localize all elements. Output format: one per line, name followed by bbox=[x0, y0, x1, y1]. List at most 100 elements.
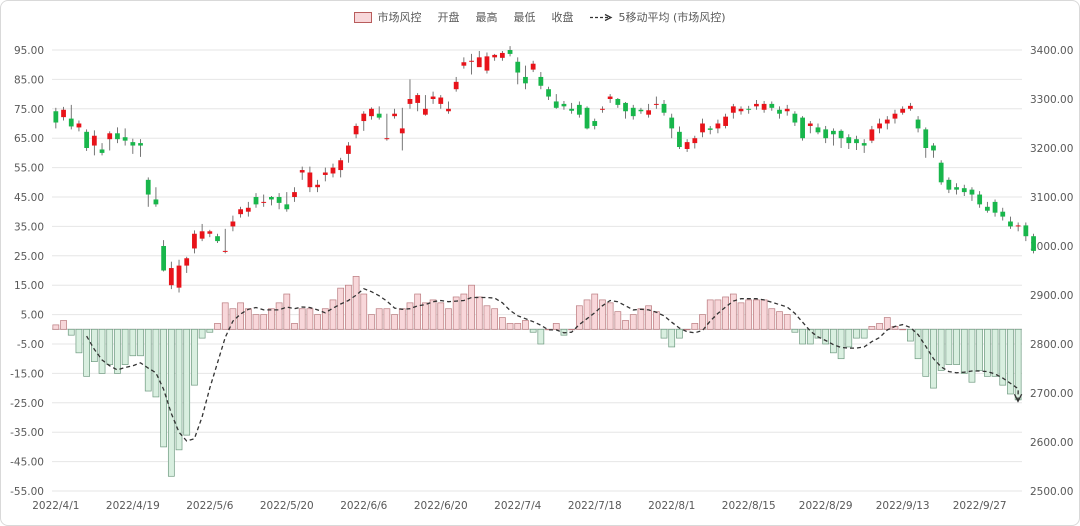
risk-bar bbox=[976, 328, 984, 371]
candle bbox=[253, 193, 259, 208]
candle bbox=[792, 111, 798, 126]
candle-body bbox=[892, 113, 898, 119]
right-tick-label: 3200.00 bbox=[1030, 143, 1073, 155]
left-tick-label: 55.00 bbox=[14, 163, 44, 175]
risk-bar bbox=[283, 293, 291, 330]
risk-bar bbox=[422, 302, 429, 330]
right-tick-label: 2700.00 bbox=[1030, 388, 1073, 400]
risk-bar bbox=[298, 308, 306, 330]
candle-body bbox=[1000, 211, 1006, 217]
candle bbox=[238, 206, 243, 218]
candle bbox=[1031, 233, 1036, 254]
risk-bar bbox=[999, 328, 1007, 386]
candle-body bbox=[384, 138, 390, 140]
left-tick-label: 65.00 bbox=[14, 133, 44, 145]
candlestick-risk-chart: 95.00 85.00 75.00 65.00 55.00 45.00 35.00 25.00… bbox=[10, 45, 1073, 512]
risk-bar bbox=[268, 308, 275, 330]
candle-body bbox=[184, 258, 190, 266]
candle-body bbox=[361, 113, 367, 122]
candle-body bbox=[638, 109, 644, 112]
candle-body bbox=[838, 130, 844, 139]
candle bbox=[746, 105, 752, 114]
risk-bar bbox=[822, 328, 830, 345]
candle bbox=[184, 256, 190, 273]
candle-body bbox=[230, 221, 236, 227]
risk-bar bbox=[391, 314, 398, 330]
candle-body bbox=[222, 250, 228, 252]
candle-body bbox=[546, 89, 551, 97]
candle-body bbox=[553, 101, 559, 108]
risk-bar bbox=[144, 328, 152, 392]
risk-bar bbox=[760, 299, 768, 330]
x-tick-label: 2022/9/27 bbox=[953, 500, 1007, 512]
candle-body bbox=[992, 201, 998, 213]
candle bbox=[961, 184, 967, 197]
candle-body bbox=[923, 129, 929, 148]
candle bbox=[99, 143, 105, 156]
right-tick-label: 3300.00 bbox=[1030, 94, 1073, 106]
risk-bar bbox=[606, 302, 614, 330]
candle bbox=[761, 100, 767, 113]
candle-body bbox=[261, 201, 267, 203]
risk-bar bbox=[468, 284, 475, 330]
candle-body bbox=[723, 116, 728, 126]
candle bbox=[438, 95, 444, 109]
candle-body bbox=[168, 268, 174, 286]
risk-bar bbox=[830, 328, 837, 354]
risk-bar bbox=[953, 328, 960, 365]
candle bbox=[330, 163, 336, 178]
candle-body bbox=[476, 57, 482, 68]
candle-body bbox=[61, 109, 66, 118]
candle-body bbox=[415, 95, 421, 103]
candle-body bbox=[907, 105, 913, 109]
risk-bar bbox=[514, 323, 522, 330]
left-tick-label: -45.00 bbox=[10, 457, 44, 469]
candle-body bbox=[499, 52, 505, 58]
candle-body bbox=[807, 123, 813, 126]
candle-body bbox=[915, 119, 921, 129]
risk-bar bbox=[737, 302, 745, 330]
x-axis: 2022/4/1 2022/4/19 2022/5/6 2022/5/20 2022/6… bbox=[32, 500, 1006, 512]
risk-bar bbox=[260, 314, 268, 330]
risk-bar bbox=[137, 328, 144, 357]
risk-bar bbox=[329, 299, 337, 330]
risk-bar bbox=[67, 328, 75, 336]
risk-bar bbox=[753, 299, 760, 330]
risk-bar bbox=[683, 328, 691, 331]
risk-bar bbox=[437, 302, 445, 330]
candle-body bbox=[292, 192, 297, 197]
risk-bar bbox=[868, 326, 876, 330]
candle bbox=[861, 139, 867, 153]
risk-bar bbox=[883, 317, 891, 330]
x-tick-label: 2022/8/1 bbox=[648, 500, 695, 512]
x-tick-label: 2022/4/19 bbox=[106, 500, 160, 512]
candle-body bbox=[954, 187, 959, 190]
risk-bar bbox=[460, 293, 468, 330]
candle bbox=[422, 95, 428, 116]
candle-body bbox=[800, 117, 805, 139]
risk-bar bbox=[706, 299, 714, 330]
candle bbox=[784, 104, 790, 116]
candle bbox=[161, 240, 167, 272]
candle-body bbox=[538, 76, 544, 86]
candle bbox=[469, 53, 474, 75]
candle-body bbox=[677, 131, 682, 148]
risk-bar bbox=[991, 328, 999, 377]
candle-body bbox=[469, 60, 474, 62]
candle-body bbox=[846, 137, 852, 144]
left-tick-label: 5.00 bbox=[21, 310, 44, 322]
candle bbox=[207, 229, 213, 238]
risk-bar bbox=[429, 299, 437, 330]
candle-body bbox=[584, 107, 590, 129]
candle bbox=[215, 233, 220, 244]
risk-bar bbox=[337, 287, 345, 330]
candle-body bbox=[153, 199, 159, 205]
candle-body bbox=[653, 103, 659, 105]
candle-body bbox=[84, 131, 90, 148]
candle bbox=[954, 183, 959, 195]
right-tick-label: 2800.00 bbox=[1030, 339, 1073, 351]
x-tick-label: 2022/8/15 bbox=[722, 500, 776, 512]
risk-bar bbox=[845, 328, 853, 348]
risk-bar bbox=[552, 323, 560, 330]
risk-bar bbox=[537, 328, 545, 345]
